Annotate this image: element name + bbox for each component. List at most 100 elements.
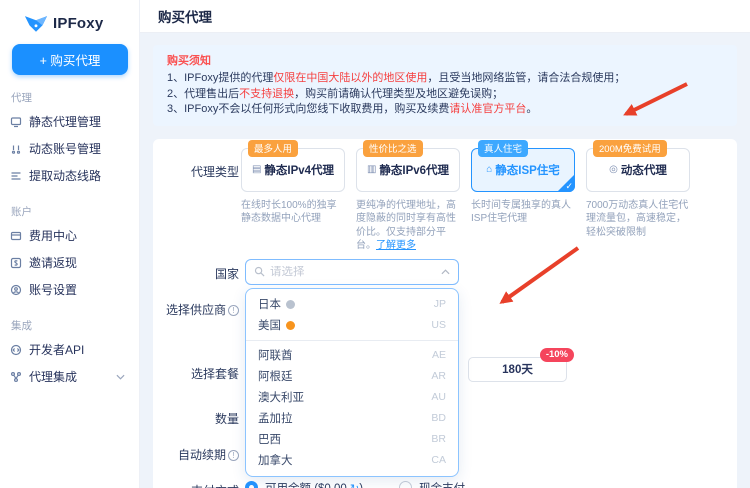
country-dropdown: 日本 JP 美国 US 阿联酋 AE 阿根廷 AR xyxy=(245,288,459,477)
country-option-bangladesh[interactable]: 孟加拉 BD xyxy=(246,408,458,429)
country-name: 巴西 xyxy=(258,431,281,447)
purchase-form-card: 代理类型 最多人用 ▤ 静态IPv4代理 性价比之选 ▥ 静态IPv6代理 真人… xyxy=(153,139,737,488)
dropdown-divider xyxy=(246,340,458,341)
monitor-icon xyxy=(10,116,22,128)
notice-text: 。 xyxy=(526,103,537,115)
sidebar-item-label: 费用中心 xyxy=(29,227,77,244)
country-code: US xyxy=(431,319,446,331)
sidebar-item-proxy-integration[interactable]: 代理集成 xyxy=(0,363,139,390)
notice-line: 3、IPFoxy不会以任何形式向您线下收取费用，购买及续费请认准官方平台。 xyxy=(167,102,723,118)
account-settings-icon xyxy=(10,284,22,296)
refresh-icon[interactable]: ↻ xyxy=(350,483,359,488)
card-static-isp-selected[interactable]: 真人住宅 ⌂ 静态ISP住宅 ✓ xyxy=(471,148,575,192)
country-search-input[interactable] xyxy=(270,266,436,278)
chevron-up-icon xyxy=(441,269,450,275)
notice-text: ，且受当地网络监管，请合法合规使用； xyxy=(427,72,625,84)
package-label: 选择套餐 xyxy=(153,365,239,382)
card-dynamic-proxy[interactable]: 200M免费试用 ◎ 动态代理 xyxy=(586,148,690,192)
notice-text: 3、IPFoxy不会以任何形式向您线下收取费用，购买及续费 xyxy=(167,103,449,115)
notice-text: 1、IPFoxy提供的代理 xyxy=(167,72,273,84)
main-header: 购买代理 xyxy=(140,0,750,33)
notice-line: 2、代理售出后不支持退换，购买前请确认代理类型及地区避免误购； xyxy=(167,87,723,103)
learn-more-link[interactable]: 了解更多 xyxy=(376,240,416,251)
country-name: 美国 xyxy=(258,317,281,333)
country-label: 国家 xyxy=(153,265,239,282)
page-title: 购买代理 xyxy=(158,6,212,26)
sidebar-item-label: 静态代理管理 xyxy=(29,113,101,130)
card-desc: 更纯净的代理地址，高度隐蔽的同时享有高性价比。仅支持部分平台。了解更多 xyxy=(356,199,460,253)
sidebar-item-billing-center[interactable]: 费用中心 xyxy=(0,222,139,249)
proxy-type-cards: 最多人用 ▤ 静态IPv4代理 性价比之选 ▥ 静态IPv6代理 真人住宅 ⌂ … xyxy=(241,148,690,192)
card-static-ipv4[interactable]: 最多人用 ▤ 静态IPv4代理 xyxy=(241,148,345,192)
quantity-label: 数量 xyxy=(153,410,239,427)
country-code: CA xyxy=(431,454,446,466)
card-title: 静态IPv6代理 xyxy=(379,162,449,178)
buy-proxy-button[interactable]: + 购买代理 xyxy=(12,44,128,75)
main-area: 购买代理 购买须知 1、IPFoxy提供的代理仅限在中国大陆以外的地区使用，且受… xyxy=(140,0,750,488)
proxy-type-descriptions: 在线时长100%的独享静态数据中心代理 更纯净的代理地址，高度隐蔽的同时享有高性… xyxy=(241,199,690,253)
card-title: 动态代理 xyxy=(621,162,667,178)
hot-icon xyxy=(286,321,295,330)
country-code: BR xyxy=(431,433,446,445)
content: 购买须知 1、IPFoxy提供的代理仅限在中国大陆以外的地区使用，且受当地网络监… xyxy=(140,33,750,488)
country-name: 澳大利亚 xyxy=(258,389,304,405)
country-option-usa[interactable]: 美国 US xyxy=(246,315,458,336)
sidebar-item-extract-dynamic-lines[interactable]: 提取动态线路 xyxy=(0,162,139,189)
card-badge: 最多人用 xyxy=(248,140,298,157)
cash-radio-unselected[interactable] xyxy=(399,481,412,488)
notice-title: 购买须知 xyxy=(167,52,723,68)
sidebar: IPFoxy + 购买代理 代理 静态代理管理 动态账号管理 提取动态线路 账户… xyxy=(0,0,140,488)
supplier-label-text: 选择供应商 xyxy=(166,303,226,317)
package-option-label: 180天 xyxy=(502,361,533,377)
nav-section-account: 账户 xyxy=(11,204,139,219)
sidebar-item-invite-rebate[interactable]: 邀请返现 xyxy=(0,249,139,276)
sidebar-item-account-settings[interactable]: 账号设置 xyxy=(0,276,139,303)
card-desc: 7000万动态真人住宅代理流量包，高速稳定，轻松突破限制 xyxy=(586,199,690,253)
nav-section-integration: 集成 xyxy=(11,318,139,333)
sidebar-item-static-proxy-management[interactable]: 静态代理管理 xyxy=(0,108,139,135)
ipv4-icon: ▤ xyxy=(252,164,261,175)
payment-label: 支付方式 xyxy=(153,482,239,488)
dynamic-icon: ◎ xyxy=(609,164,618,175)
invite-rebate-icon xyxy=(10,257,22,269)
country-code: AU xyxy=(431,391,446,403)
country-select[interactable] xyxy=(245,259,459,285)
logo-text: IPFoxy xyxy=(53,15,103,32)
country-option-uae[interactable]: 阿联酋 AE xyxy=(246,345,458,366)
card-badge: 真人住宅 xyxy=(478,140,528,157)
card-title: 静态ISP住宅 xyxy=(495,162,560,178)
purchase-notice: 购买须知 1、IPFoxy提供的代理仅限在中国大陆以外的地区使用，且受当地网络监… xyxy=(153,45,737,126)
notice-highlight: 仅限在中国大陆以外的地区使用 xyxy=(273,72,427,84)
logo: IPFoxy xyxy=(0,0,139,33)
proxy-type-label: 代理类型 xyxy=(153,163,239,180)
country-code: AR xyxy=(431,370,446,382)
country-name: 加拿大 xyxy=(258,452,293,468)
country-option-canada[interactable]: 加拿大 CA xyxy=(246,450,458,471)
billing-card-icon xyxy=(10,230,22,242)
discount-badge: -10% xyxy=(540,348,574,362)
country-option-argentina[interactable]: 阿根廷 AR xyxy=(246,366,458,387)
country-option-japan[interactable]: 日本 JP xyxy=(246,294,458,315)
card-badge: 200M免费试用 xyxy=(593,140,667,157)
card-desc: 长时间专属独享的真人ISP住宅代理 xyxy=(471,199,575,253)
sidebar-item-label: 邀请返现 xyxy=(29,254,77,271)
sidebar-item-developer-api[interactable]: 开发者API xyxy=(0,336,139,363)
country-option-brazil[interactable]: 巴西 BR xyxy=(246,429,458,450)
country-option-australia[interactable]: 澳大利亚 AU xyxy=(246,387,458,408)
check-icon: ✓ xyxy=(565,181,573,192)
country-code: AE xyxy=(432,349,446,361)
auto-renew-label: 自动续期! xyxy=(153,446,239,463)
chevron-down-icon xyxy=(116,374,125,380)
sidebar-item-dynamic-account-management[interactable]: 动态账号管理 xyxy=(0,135,139,162)
sidebar-item-label: 开发者API xyxy=(29,341,84,358)
info-icon: ! xyxy=(228,305,239,316)
balance-radio-selected[interactable] xyxy=(245,481,258,488)
notice-highlight: 请认准官方平台 xyxy=(449,103,526,115)
card-static-ipv6[interactable]: 性价比之选 ▥ 静态IPv6代理 xyxy=(356,148,460,192)
package-180d-button[interactable]: 180天 -10% xyxy=(468,357,567,382)
balance-text: 可用余额 ($0.00 xyxy=(265,483,347,488)
country-code: BD xyxy=(431,412,446,424)
lines-icon xyxy=(10,170,22,182)
home-icon: ⌂ xyxy=(486,164,492,175)
notice-text: 2、代理售出后 xyxy=(167,88,239,100)
